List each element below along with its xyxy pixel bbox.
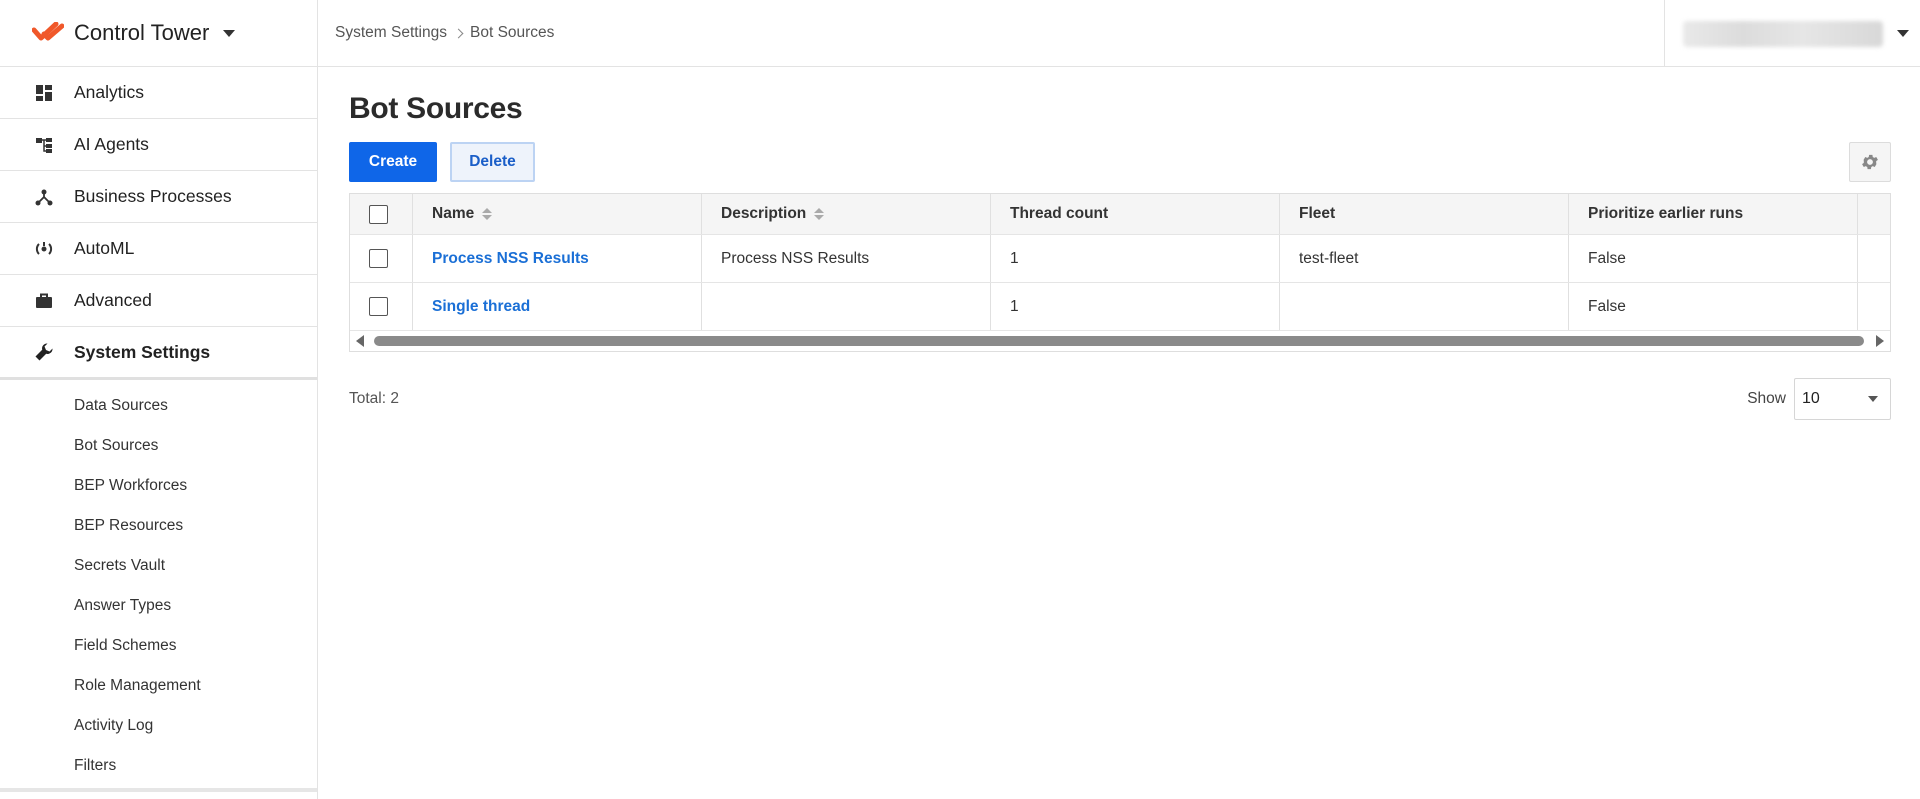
subnav-item-role-management[interactable]: Role Management (0, 666, 317, 706)
row-checkbox[interactable] (369, 249, 388, 268)
column-header-label: Fleet (1299, 205, 1336, 222)
row-checkbox[interactable] (369, 297, 388, 316)
cell-fleet: test-fleet (1280, 235, 1569, 282)
sidebar-item-analytics[interactable]: Analytics (0, 67, 317, 119)
breadcrumb: System Settings Bot Sources (318, 24, 554, 42)
cell-prioritize: False (1569, 235, 1858, 282)
header-select-cell (350, 194, 413, 234)
table-footer: Total: 2 Show 10 (349, 378, 1891, 420)
subnav-item-secrets-vault[interactable]: Secrets Vault (0, 546, 317, 586)
briefcase-icon (34, 291, 54, 311)
sidebar: Control Tower Analytics AI Agents Busine… (0, 0, 318, 799)
app-title: Control Tower (74, 20, 210, 45)
horizontal-scrollbar[interactable] (350, 331, 1890, 351)
dashboard-icon (34, 83, 54, 103)
total-count: Total: 2 (349, 390, 399, 407)
breadcrumb-current: Bot Sources (470, 24, 555, 41)
cell-thread-count: 1 (991, 235, 1280, 282)
page-size-label: Show (1747, 390, 1786, 407)
subnav-item-activity-log[interactable]: Activity Log (0, 706, 317, 746)
main-content: Bot Sources Create Delete Name Descripti… (349, 68, 1891, 420)
table-row[interactable]: Process NSS Results Process NSS Results … (350, 235, 1890, 283)
sidebar-item-ai-agents[interactable]: AI Agents (0, 119, 317, 171)
toolbar: Create Delete (349, 142, 1891, 182)
bot-source-link[interactable]: Single thread (432, 298, 530, 316)
select-all-checkbox[interactable] (369, 204, 388, 224)
table-header-row: Name Description Thread count Fleet Prio… (350, 194, 1890, 235)
column-header-description[interactable]: Description (702, 194, 991, 234)
column-header-prioritize: Prioritize earlier runs (1569, 194, 1858, 234)
chevron-down-icon (1868, 396, 1878, 402)
subnav-item-bep-workforces[interactable]: BEP Workforces (0, 466, 317, 506)
user-menu[interactable] (1664, 0, 1920, 67)
column-header-label: Prioritize earlier runs (1588, 205, 1744, 222)
column-header-label: Description (721, 205, 807, 222)
page-size-control: Show 10 (1747, 378, 1891, 420)
subnav-item-data-sources[interactable]: Data Sources (0, 386, 317, 426)
sidebar-item-label: Business Processes (74, 186, 232, 206)
scroll-right-arrow-icon[interactable] (1876, 335, 1884, 347)
sidebar-item-automl[interactable]: AutoML (0, 223, 317, 275)
row-tail-cell (1858, 235, 1890, 282)
breadcrumb-parent[interactable]: System Settings (335, 24, 447, 42)
page-size-select[interactable]: 10 (1794, 378, 1891, 420)
bot-source-link[interactable]: Process NSS Results (432, 250, 589, 268)
column-header-fleet: Fleet (1280, 194, 1569, 234)
cell-description (702, 283, 991, 330)
scroll-left-arrow-icon[interactable] (356, 335, 364, 347)
column-header-label: Name (432, 205, 475, 222)
header-tail-cell (1858, 194, 1890, 234)
subnav-item-bep-resources[interactable]: BEP Resources (0, 506, 317, 546)
system-settings-subnav: Data Sources Bot Sources BEP Workforces … (0, 380, 317, 786)
chevron-right-icon (453, 28, 464, 38)
sidebar-item-advanced[interactable]: Advanced (0, 275, 317, 327)
column-header-label: Thread count (1010, 205, 1109, 222)
subnav-item-filters[interactable]: Filters (0, 746, 317, 786)
sidebar-item-label: AI Agents (74, 134, 149, 154)
user-name-redacted (1683, 20, 1883, 47)
sidebar-item-label: Advanced (74, 290, 152, 310)
cell-name: Single thread (413, 283, 702, 330)
sidebar-item-label: Analytics (74, 82, 145, 102)
cell-prioritize: False (1569, 283, 1858, 330)
cell-name: Process NSS Results (413, 235, 702, 282)
row-tail-cell (1858, 283, 1890, 330)
wrench-icon (34, 342, 54, 362)
page-title: Bot Sources (349, 92, 523, 125)
delete-button[interactable]: Delete (450, 142, 535, 182)
column-header-name[interactable]: Name (413, 194, 702, 234)
row-select-cell (350, 235, 413, 282)
subnav-item-field-schemes[interactable]: Field Schemes (0, 626, 317, 666)
column-header-thread-count: Thread count (991, 194, 1280, 234)
cell-fleet (1280, 283, 1569, 330)
sort-icon[interactable] (814, 208, 825, 220)
table-settings-button[interactable] (1849, 142, 1891, 182)
sidebar-divider (0, 788, 317, 792)
sort-icon[interactable] (482, 208, 493, 220)
hierarchy-icon (34, 135, 54, 155)
top-bar: System Settings Bot Sources (318, 0, 1920, 67)
process-icon (34, 187, 54, 207)
brand-header: Control Tower (0, 0, 317, 67)
app-switcher-chevron-down-icon[interactable] (223, 29, 236, 37)
sidebar-item-label: System Settings (74, 341, 211, 362)
cell-description: Process NSS Results (702, 235, 991, 282)
cell-thread-count: 1 (991, 283, 1280, 330)
scrollbar-thumb[interactable] (374, 336, 1864, 346)
table-row[interactable]: Single thread 1 False (350, 283, 1890, 331)
gear-icon (1862, 154, 1878, 170)
row-select-cell (350, 283, 413, 330)
brand-logo-icon (32, 22, 64, 41)
create-button[interactable]: Create (349, 142, 437, 182)
bot-sources-table: Name Description Thread count Fleet Prio… (349, 193, 1891, 352)
sidebar-item-system-settings[interactable]: System Settings (0, 327, 317, 380)
sidebar-item-business-processes[interactable]: Business Processes (0, 171, 317, 223)
automl-icon (34, 239, 54, 259)
sidebar-item-label: AutoML (74, 238, 135, 258)
user-menu-chevron-down-icon[interactable] (1897, 30, 1909, 37)
page-size-value: 10 (1802, 390, 1820, 407)
subnav-item-bot-sources[interactable]: Bot Sources (0, 426, 317, 466)
subnav-item-answer-types[interactable]: Answer Types (0, 586, 317, 626)
